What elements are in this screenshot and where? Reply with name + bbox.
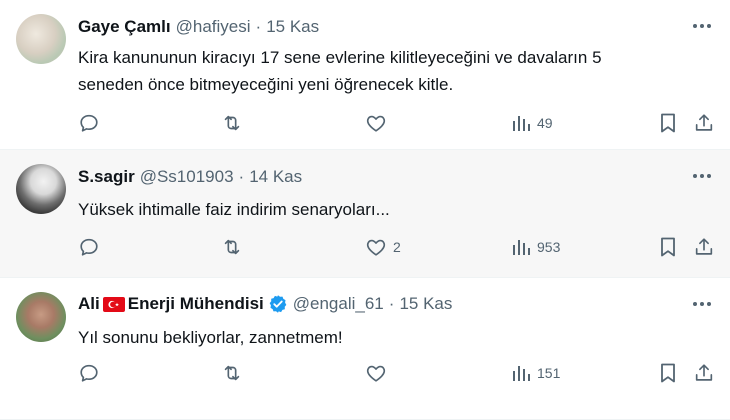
share-icon <box>695 114 713 131</box>
user-handle[interactable]: @Ss101903 <box>140 167 234 187</box>
heart-icon <box>366 115 386 132</box>
heart-icon <box>366 239 386 256</box>
display-name[interactable]: Gaye Çamlı <box>78 17 171 37</box>
share-button[interactable] <box>693 360 715 386</box>
heart-icon <box>366 365 386 382</box>
views-button[interactable]: 953 <box>511 234 560 260</box>
bookmark-button[interactable] <box>658 110 678 136</box>
views-chart-icon <box>513 366 530 381</box>
share-button[interactable] <box>693 110 715 136</box>
tweet-text-line: Kira kanununun kiracıyı 17 sene evlerine… <box>78 48 602 67</box>
bookmark-button[interactable] <box>658 234 678 260</box>
retweet-icon <box>224 115 240 131</box>
share-icon <box>695 238 713 255</box>
verified-badge-icon <box>268 294 288 314</box>
more-dots-icon[interactable] <box>690 16 714 36</box>
view-count: 49 <box>537 115 553 131</box>
reply-button[interactable] <box>78 234 100 260</box>
separator-dot: · <box>238 167 245 186</box>
tweet-text-line: Yüksek ihtimalle faiz indirim senaryolar… <box>78 200 390 219</box>
reply-feed: Gaye Çamlı @hafiyesi · 15 Kas Kira kanun… <box>0 0 730 420</box>
user-handle[interactable]: @hafiyesi <box>176 17 251 37</box>
share-button[interactable] <box>693 234 715 260</box>
display-name[interactable]: Enerji Mühendisi <box>128 294 264 314</box>
display-name[interactable]: S.sagir <box>78 167 135 187</box>
retweet-button[interactable] <box>220 110 244 136</box>
bookmark-icon <box>661 363 675 383</box>
action-bar: 2 953 <box>78 234 718 260</box>
tweet-header: Ali Enerji Mühendisi @engali_61 · 15 Kas <box>78 293 452 315</box>
separator-dot: · <box>388 294 395 313</box>
like-button[interactable] <box>365 360 393 386</box>
tweet-time[interactable]: 15 Kas <box>266 17 319 37</box>
action-bar: 151 <box>78 360 718 386</box>
separator-dot: · <box>255 17 262 36</box>
retweet-button[interactable] <box>220 234 244 260</box>
tweet-text: Yüksek ihtimalle faiz indirim senaryolar… <box>78 196 708 223</box>
bookmark-icon <box>661 113 675 133</box>
retweet-button[interactable] <box>220 360 244 386</box>
tweet-header: S.sagir @Ss101903 · 14 Kas <box>78 166 302 188</box>
views-chart-icon <box>513 116 530 131</box>
retweet-icon <box>224 239 240 255</box>
views-button[interactable]: 151 <box>511 360 560 386</box>
like-count: 2 <box>393 239 401 255</box>
reply-button[interactable] <box>78 110 100 136</box>
avatar[interactable] <box>16 14 66 64</box>
bookmark-icon <box>661 237 675 257</box>
tweet[interactable]: Ali Enerji Mühendisi @engali_61 · 15 Kas… <box>0 278 730 420</box>
tweet-time[interactable]: 14 Kas <box>249 167 302 187</box>
tweet[interactable]: Gaye Çamlı @hafiyesi · 15 Kas Kira kanun… <box>0 0 730 150</box>
tweet[interactable]: S.sagir @Ss101903 · 14 Kas Yüksek ihtima… <box>0 150 730 278</box>
tweet-text-line: Yıl sonunu bekliyorlar, zannetmem! <box>78 328 343 347</box>
more-dots-icon[interactable] <box>690 294 714 314</box>
retweet-icon <box>224 365 240 381</box>
like-button[interactable] <box>365 110 393 136</box>
tweet-text-line: seneden önce bitmeyeceğini yeni öğrenece… <box>78 75 454 94</box>
user-handle[interactable]: @engali_61 <box>293 294 384 314</box>
tweet-text: Kira kanununun kiracıyı 17 sene evlerine… <box>78 44 708 98</box>
avatar[interactable] <box>16 164 66 214</box>
tweet-text: Yıl sonunu bekliyorlar, zannetmem! <box>78 324 708 351</box>
bookmark-button[interactable] <box>658 360 678 386</box>
views-chart-icon <box>513 240 530 255</box>
display-name-prefix[interactable]: Ali <box>78 294 100 314</box>
turkey-flag-icon <box>102 296 125 312</box>
like-button[interactable]: 2 <box>365 234 401 260</box>
tweet-header: Gaye Çamlı @hafiyesi · 15 Kas <box>78 16 319 38</box>
views-button[interactable]: 49 <box>511 110 553 136</box>
action-bar: 49 <box>78 110 718 136</box>
reply-button[interactable] <box>78 360 100 386</box>
avatar[interactable] <box>16 292 66 342</box>
more-dots-icon[interactable] <box>690 166 714 186</box>
share-icon <box>695 364 713 381</box>
view-count: 953 <box>537 239 561 255</box>
reply-icon <box>80 238 98 256</box>
reply-icon <box>80 114 98 132</box>
view-count: 151 <box>537 365 561 381</box>
tweet-time[interactable]: 15 Kas <box>399 294 452 314</box>
reply-icon <box>80 364 98 382</box>
